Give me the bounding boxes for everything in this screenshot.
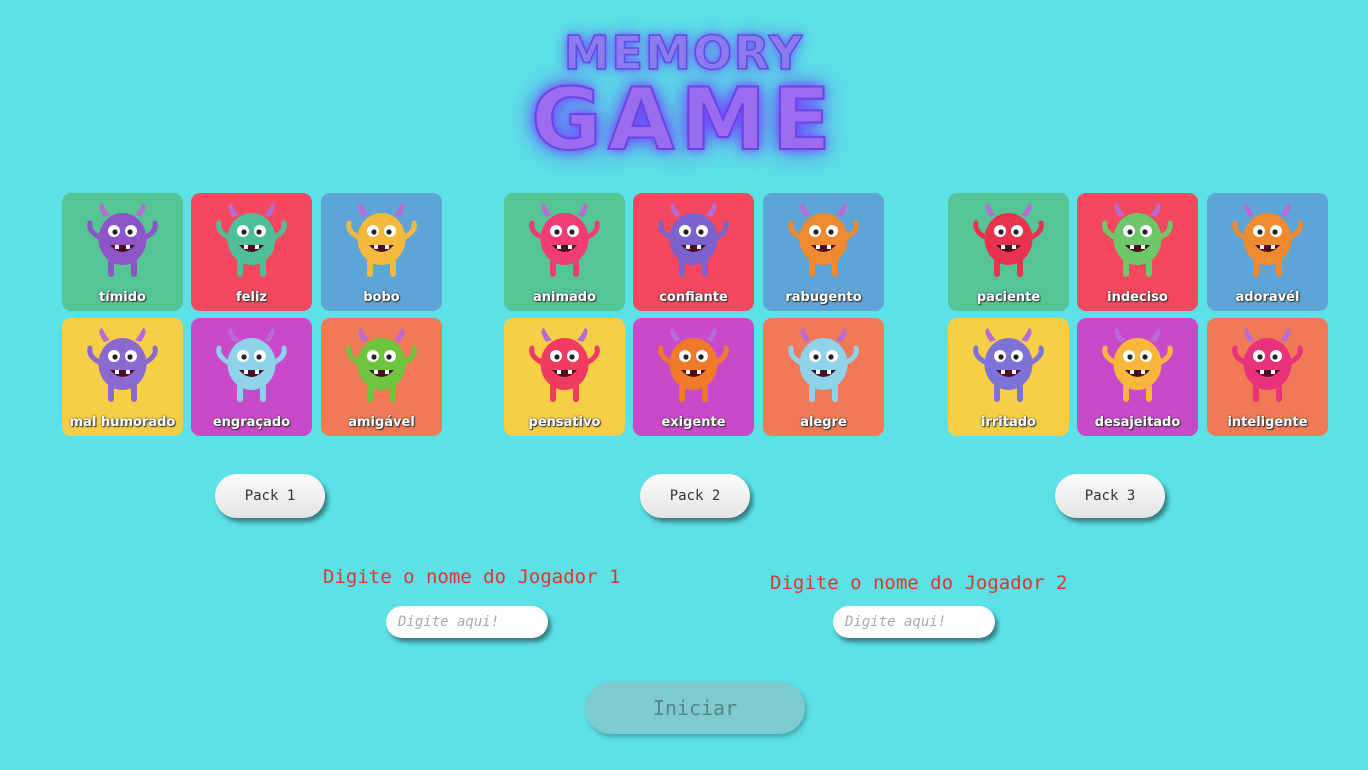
monster-card-label: pensativo — [528, 415, 601, 430]
start-button[interactable]: Iniciar — [585, 682, 805, 734]
monster-card-label: mal humorado — [69, 415, 176, 430]
monster-card-label: feliz — [236, 290, 267, 305]
monster-card[interactable]: paciente — [948, 193, 1069, 311]
monster-icon — [658, 203, 729, 277]
player-1-prompt: Digite o nome do Jogador 1 — [323, 566, 621, 588]
monster-card-label: tímido — [99, 290, 146, 305]
player-2-prompt: Digite o nome do Jogador 2 — [770, 572, 1068, 594]
monster-card-label: adoravél — [1235, 290, 1300, 305]
monster-card[interactable]: confiante — [633, 193, 754, 311]
monster-icon — [529, 203, 600, 277]
pack-1-button[interactable]: Pack 1 — [215, 474, 325, 518]
monster-card-label: animado — [532, 290, 597, 305]
pack-1-grid: tímido feliz bobo mal humorado engraçado amig… — [62, 193, 444, 438]
monster-icon — [1102, 328, 1173, 402]
monster-icon — [973, 203, 1044, 277]
monster-card-label: rabugento — [785, 290, 862, 305]
monster-card-label: bobo — [363, 290, 400, 305]
monster-card[interactable]: rabugento — [763, 193, 884, 311]
monster-card[interactable]: irritado — [948, 318, 1069, 436]
monster-icon — [87, 203, 158, 277]
monster-card[interactable]: bobo — [321, 193, 442, 311]
pack-2-grid: animado confiante rabugento pensativo exigen… — [504, 193, 886, 438]
monster-card-label: engraçado — [212, 415, 291, 430]
monster-card[interactable]: pensativo — [504, 318, 625, 436]
title-game: GAME — [530, 69, 837, 171]
monster-card-label: confiante — [659, 290, 728, 305]
monster-card[interactable]: adoravél — [1207, 193, 1328, 311]
monster-card[interactable]: engraçado — [191, 318, 312, 436]
monster-card[interactable]: inteligente — [1207, 318, 1328, 436]
monster-card-label: amigável — [348, 415, 415, 430]
monster-card[interactable]: feliz — [191, 193, 312, 311]
monster-card[interactable]: indeciso — [1077, 193, 1198, 311]
monster-icon — [529, 328, 600, 402]
monster-icon — [973, 328, 1044, 402]
monster-icon — [658, 328, 729, 402]
monster-icon — [216, 328, 287, 402]
monster-card-label: alegre — [800, 415, 847, 430]
monster-icon — [1232, 203, 1303, 277]
player-1-name-input[interactable] — [386, 606, 548, 638]
monster-icon — [346, 328, 417, 402]
monster-card-label: inteligente — [1227, 415, 1308, 430]
monster-card[interactable]: mal humorado — [62, 318, 183, 436]
monster-icon — [788, 203, 859, 277]
monster-card-label: indeciso — [1107, 290, 1168, 305]
monster-card-label: irritado — [981, 415, 1036, 430]
monster-card-label: desajeitado — [1094, 415, 1181, 430]
monster-icon — [1102, 203, 1173, 277]
monster-card[interactable]: desajeitado — [1077, 318, 1198, 436]
monster-icon — [788, 328, 859, 402]
monster-icon — [87, 328, 158, 402]
pack-3-button[interactable]: Pack 3 — [1055, 474, 1165, 518]
monster-icon — [1232, 328, 1303, 402]
monster-card[interactable]: tímido — [62, 193, 183, 311]
monster-card-label: exigente — [661, 415, 726, 430]
monster-icon — [346, 203, 417, 277]
monster-card[interactable]: exigente — [633, 318, 754, 436]
monster-card[interactable]: animado — [504, 193, 625, 311]
monster-icon — [216, 203, 287, 277]
monster-card-label: paciente — [976, 290, 1041, 305]
monster-card[interactable]: alegre — [763, 318, 884, 436]
player-2-name-input[interactable] — [833, 606, 995, 638]
monster-card[interactable]: amigável — [321, 318, 442, 436]
pack-3-grid: paciente indeciso adoravél irritado desajeit… — [948, 193, 1330, 438]
pack-2-button[interactable]: Pack 2 — [640, 474, 750, 518]
